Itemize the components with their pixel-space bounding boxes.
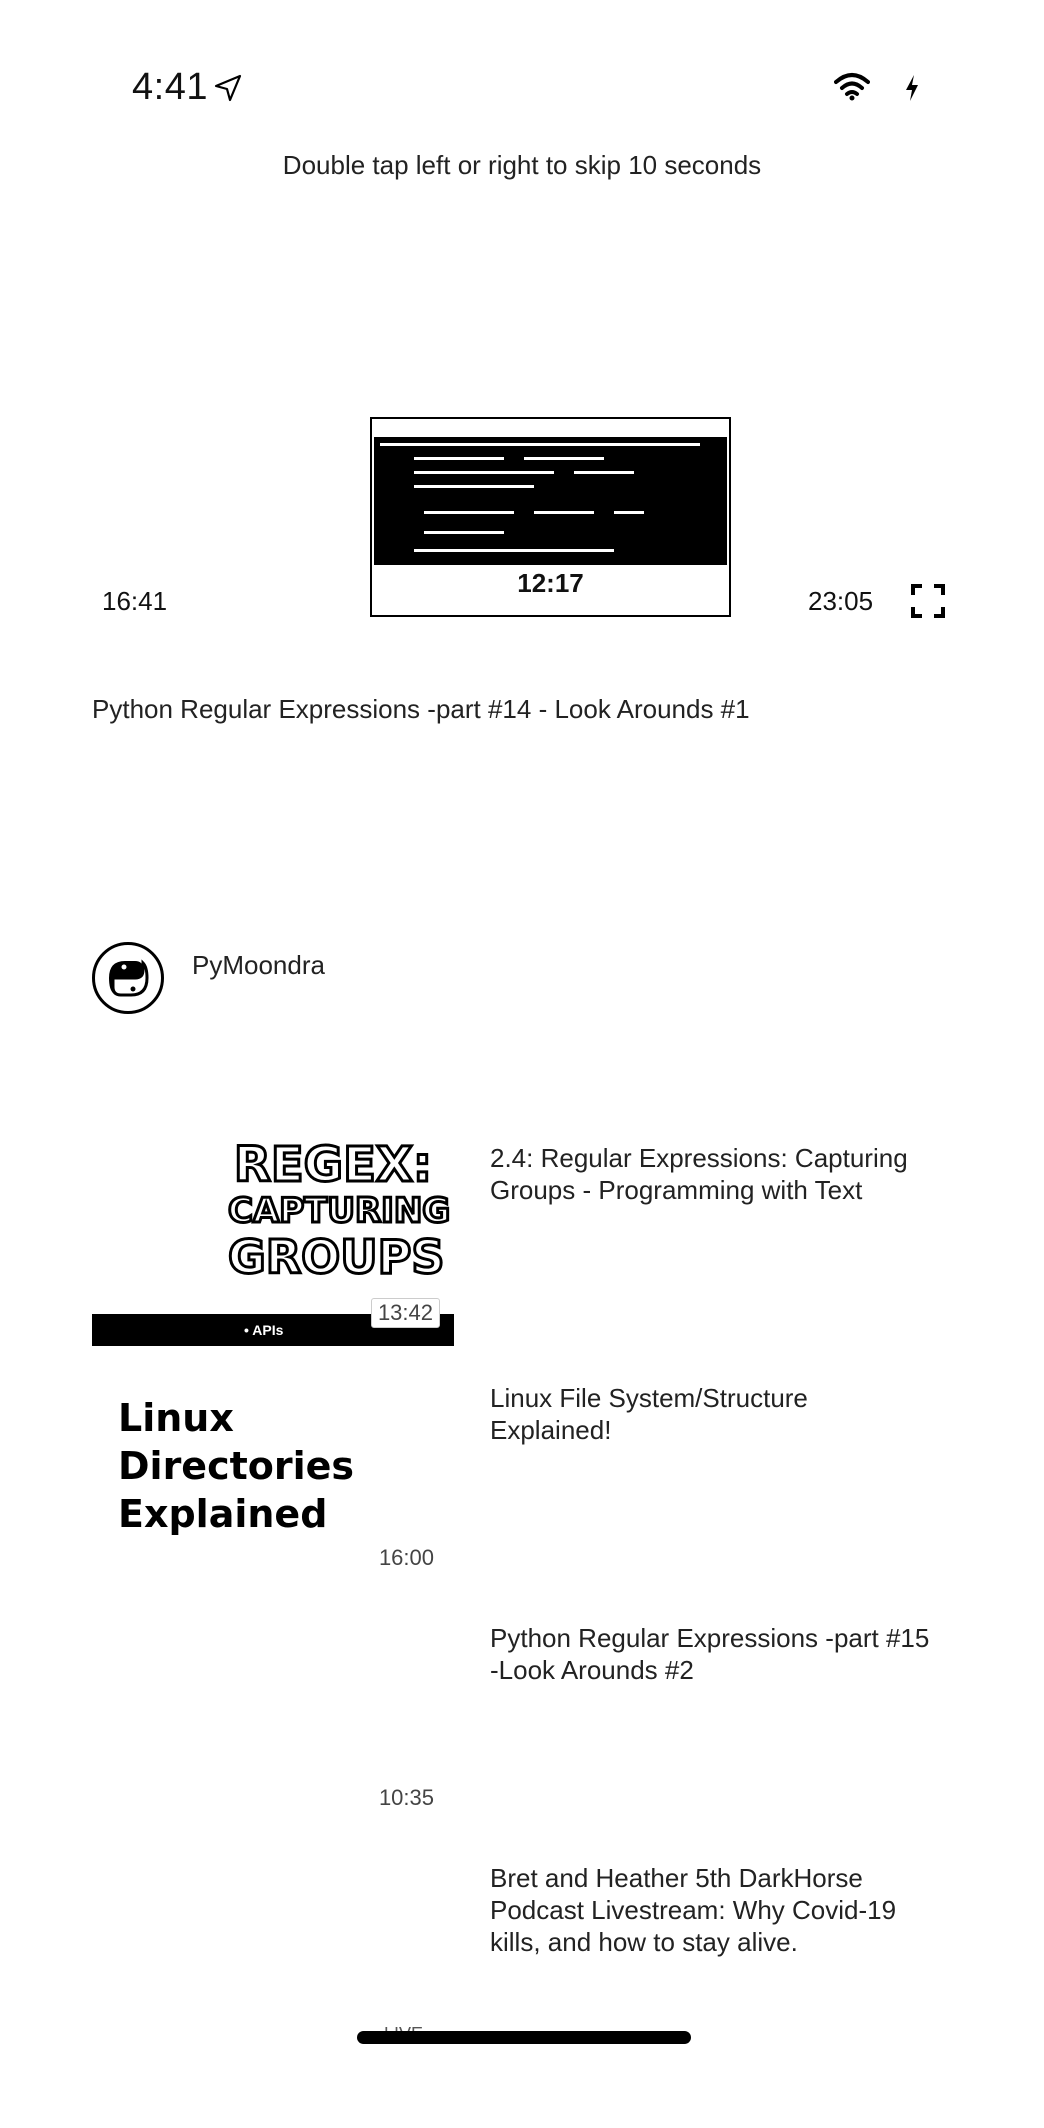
fullscreen-icon[interactable] xyxy=(911,584,945,618)
total-duration: 23:05 xyxy=(808,586,874,616)
thumbnail-text-line: Linux xyxy=(118,1396,234,1440)
screen: 4:41 Double tap left or right to skip 10… xyxy=(0,0,1044,2128)
home-indicator[interactable] xyxy=(357,2031,691,2044)
thumbnail-text-line: Directories xyxy=(118,1444,355,1488)
duration-badge: 13:42 xyxy=(370,1298,440,1328)
recommendation-title: Python Regular Expressions -part #15 -Lo… xyxy=(490,1623,930,1685)
video-title[interactable]: Python Regular Expressions -part #14 - L… xyxy=(92,694,750,725)
thumbnail-artwork: Linux Directories Explained xyxy=(118,1394,354,1538)
channel-name[interactable]: PyMoondra xyxy=(192,950,325,981)
status-time: 4:41 xyxy=(132,66,208,108)
recommendation-title: Bret and Heather 5th DarkHorse Podcast L… xyxy=(490,1863,897,1957)
location-arrow-icon xyxy=(214,74,242,102)
wifi-icon xyxy=(834,73,870,101)
recommendation-item[interactable]: Bret and Heather 5th DarkHorse Podcast L… xyxy=(92,1862,952,2092)
video-thumbnail: 10:35 xyxy=(92,1622,454,1826)
thumbnail-text-line: REGEX: xyxy=(232,1142,433,1193)
duration-badge: 10:35 xyxy=(378,1785,434,1810)
recommendation-item[interactable]: Linux Directories Explained 16:00 Linux … xyxy=(92,1382,952,1612)
skip-hint: Double tap left or right to skip 10 seco… xyxy=(282,150,762,180)
charging-bolt-icon xyxy=(906,75,918,101)
thumbnail-text-line: Explained xyxy=(118,1492,328,1536)
scrub-time: 12:17 xyxy=(517,568,584,598)
thumbnail-text-line: GROUPS xyxy=(227,1230,446,1284)
channel-avatar[interactable] xyxy=(92,942,164,1014)
recommendation-title: Linux File System/Structure Explained! xyxy=(490,1383,808,1445)
recommendation-title: 2.4: Regular Expressions: Capturing Grou… xyxy=(490,1143,908,1205)
video-thumbnail: REGEX: CAPTURING GROUPS • APIs 13:42 xyxy=(92,1142,454,1346)
thumbnail-artwork: REGEX: CAPTURING GROUPS xyxy=(227,1142,452,1284)
thumbnail-text-line: CAPTURING xyxy=(227,1190,452,1233)
python-logo-icon xyxy=(109,959,149,997)
recommendation-item[interactable]: 10:35 Python Regular Expressions -part #… xyxy=(92,1622,952,1852)
scrub-preview-image xyxy=(374,437,727,565)
duration-badge: 16:00 xyxy=(378,1545,434,1570)
thumbnail-caption: • APIs xyxy=(244,1322,284,1338)
recommendation-item[interactable]: REGEX: CAPTURING GROUPS • APIs 13:42 2.4… xyxy=(92,1142,952,1372)
scrub-preview-thumbnail: 12:17 xyxy=(370,417,731,617)
video-thumbnail: Linux Directories Explained 16:00 xyxy=(92,1382,454,1586)
elapsed-time: 16:41 xyxy=(102,586,168,616)
